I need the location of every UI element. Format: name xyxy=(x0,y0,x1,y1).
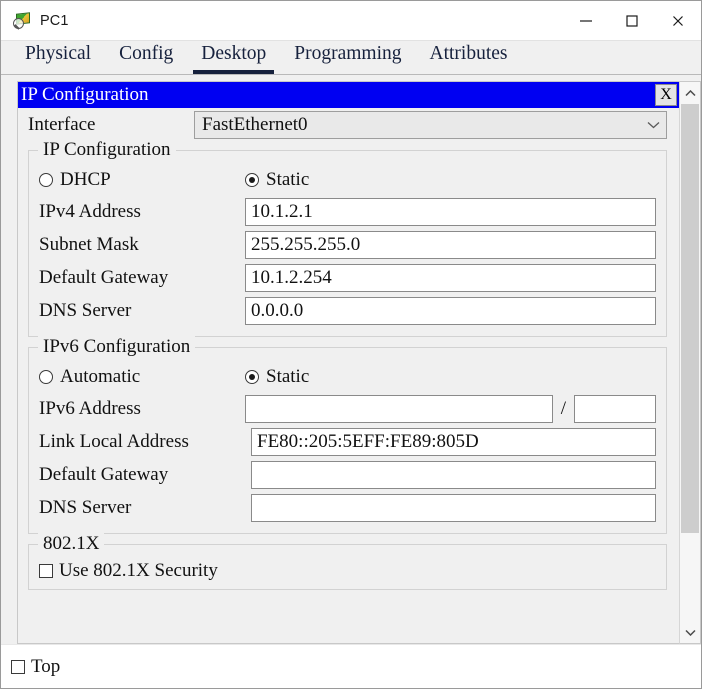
tab-desktop[interactable]: Desktop xyxy=(193,42,275,74)
ipv4-static-label: Static xyxy=(266,169,310,190)
interface-label: Interface xyxy=(28,114,96,135)
ipv6-static-label: Static xyxy=(266,366,310,387)
top-checkbox[interactable] xyxy=(11,659,25,674)
content-area: IP Configuration X Interface FastEtherne… xyxy=(1,75,701,644)
ipv6-address-label: IPv6 Address xyxy=(39,397,141,419)
dot1x-group: 802.1X Use 802.1X Security xyxy=(28,533,667,590)
ipv4-default-gateway-row: Default Gateway 10.1.2.254 xyxy=(39,261,656,294)
top-label: Top xyxy=(31,655,61,677)
maximize-button[interactable] xyxy=(609,1,655,41)
ipv4-dhcp-radio[interactable] xyxy=(39,173,53,187)
ipv6-dns-server-label: DNS Server xyxy=(39,496,132,518)
tab-programming[interactable]: Programming xyxy=(286,42,409,74)
tab-config[interactable]: Config xyxy=(111,42,181,74)
ipv6-default-gateway-row: Default Gateway xyxy=(39,458,656,491)
ipv4-static-radio[interactable] xyxy=(245,173,259,187)
ipv6-mode-row: Automatic Static xyxy=(39,362,656,392)
minimize-button[interactable] xyxy=(563,1,609,41)
ipv6-automatic-radio-item[interactable]: Automatic xyxy=(39,366,245,388)
ipv6-address-row: IPv6 Address / xyxy=(39,392,656,425)
ipv6-dns-server-input[interactable] xyxy=(251,493,656,522)
ipv4-static-radio-item[interactable]: Static xyxy=(245,169,309,191)
packet-tracer-pc-icon xyxy=(13,11,31,30)
interface-row: Interface FastEthernet0 xyxy=(18,110,679,140)
link-local-address-row: Link Local Address FE80::205:5EFF:FE89:8… xyxy=(39,425,656,458)
use-dot1x-security-label: Use 802.1X Security xyxy=(59,560,218,581)
dot1x-group-legend: 802.1X xyxy=(38,533,105,555)
chevron-down-icon xyxy=(647,117,660,133)
scrollbar-thumb[interactable] xyxy=(681,104,699,534)
window-controls xyxy=(563,1,701,41)
ipv6-automatic-radio[interactable] xyxy=(39,370,53,384)
link-local-address-input[interactable]: FE80::205:5EFF:FE89:805D xyxy=(251,427,656,456)
ipv6-default-gateway-label: Default Gateway xyxy=(39,463,169,485)
tab-physical[interactable]: Physical xyxy=(17,42,99,74)
interface-select[interactable]: FastEthernet0 xyxy=(194,111,667,139)
scroll-up-icon[interactable] xyxy=(680,82,700,104)
ipv6-automatic-label: Automatic xyxy=(60,366,141,387)
ipv4-group-legend: IP Configuration xyxy=(38,139,176,161)
link-local-address-label: Link Local Address xyxy=(39,430,189,452)
top-checkbox-row[interactable]: Top xyxy=(11,653,60,681)
scrollbar-track[interactable] xyxy=(680,104,700,621)
scroll-down-icon[interactable] xyxy=(680,621,700,643)
window-title: PC1 xyxy=(40,12,69,29)
dialog-close-button[interactable]: X xyxy=(655,84,677,106)
ipv4-default-gateway-input[interactable]: 10.1.2.254 xyxy=(245,263,656,292)
subnet-mask-label: Subnet Mask xyxy=(39,233,139,255)
panel-vertical-scrollbar[interactable] xyxy=(679,81,701,644)
tab-strip: Physical Config Desktop Programming Attr… xyxy=(1,41,701,75)
pc-configuration-window: PC1 Physical Config Desktop Programming … xyxy=(0,0,702,689)
close-button[interactable] xyxy=(655,1,701,41)
ipv4-address-label: IPv4 Address xyxy=(39,200,141,222)
ipv6-prefix-input[interactable] xyxy=(574,394,656,423)
interface-selected-value: FastEthernet0 xyxy=(202,114,308,135)
ipv6-static-radio-item[interactable]: Static xyxy=(245,366,309,388)
ipv4-dns-server-row: DNS Server 0.0.0.0 xyxy=(39,294,656,327)
ipv4-dhcp-label: DHCP xyxy=(60,169,111,190)
ip-configuration-panel: IP Configuration X Interface FastEtherne… xyxy=(17,81,679,644)
window-footer: Top xyxy=(1,644,701,688)
ipv4-mode-row: DHCP Static xyxy=(39,165,656,195)
ipv6-group-legend: IPv6 Configuration xyxy=(38,336,196,358)
ipv6-static-radio[interactable] xyxy=(245,370,259,384)
ipv6-default-gateway-input[interactable] xyxy=(251,460,656,489)
window-titlebar: PC1 xyxy=(1,1,701,41)
ipv6-address-input[interactable] xyxy=(245,394,553,423)
ipv4-configuration-group: IP Configuration DHCP Static IPv4 Addres… xyxy=(28,139,667,337)
subnet-mask-input[interactable]: 255.255.255.0 xyxy=(245,230,656,259)
ipv4-dhcp-radio-item[interactable]: DHCP xyxy=(39,169,245,191)
dialog-titlebar: IP Configuration X xyxy=(18,82,679,108)
ipv6-configuration-group: IPv6 Configuration Automatic Static IPv6… xyxy=(28,336,667,534)
ipv4-default-gateway-label: Default Gateway xyxy=(39,266,169,288)
use-dot1x-security-row[interactable]: Use 802.1X Security xyxy=(39,557,656,585)
subnet-mask-row: Subnet Mask 255.255.255.0 xyxy=(39,228,656,261)
ipv4-dns-server-label: DNS Server xyxy=(39,299,132,321)
tab-attributes[interactable]: Attributes xyxy=(422,42,516,74)
ipv4-dns-server-input[interactable]: 0.0.0.0 xyxy=(245,296,656,325)
ipv4-address-row: IPv4 Address 10.1.2.1 xyxy=(39,195,656,228)
ipv4-address-input[interactable]: 10.1.2.1 xyxy=(245,197,656,226)
use-dot1x-security-checkbox[interactable] xyxy=(39,564,53,578)
ipv6-dns-server-row: DNS Server xyxy=(39,491,656,524)
ipv6-prefix-separator: / xyxy=(560,397,566,419)
dialog-title: IP Configuration xyxy=(21,84,149,105)
